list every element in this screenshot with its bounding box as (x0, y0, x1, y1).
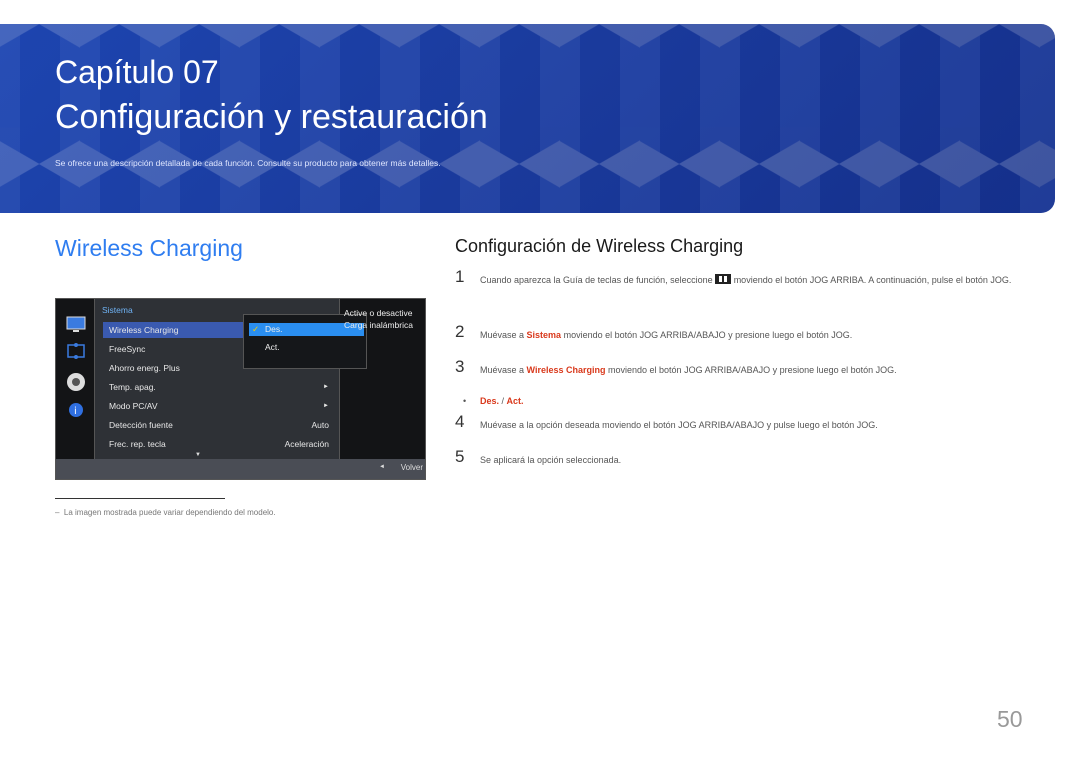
text: Cuando aparezca la Guía de teclas de fun… (480, 275, 713, 285)
menu-item-frec-rep[interactable]: Frec. rep. tecla Aceleración (103, 436, 333, 452)
monitor-icon (66, 316, 86, 332)
back-button[interactable]: Volver (401, 463, 423, 472)
svg-text:i: i (74, 406, 77, 417)
arrow-right-icon: ► (323, 403, 329, 409)
option-act[interactable]: Act. (249, 341, 364, 354)
info-icon: i (69, 403, 83, 417)
step-text: Cuando aparezca la Guía de teclas de fun… (480, 270, 1030, 290)
item-value: Auto (311, 420, 330, 430)
footnote: – La imagen mostrada puede variar depend… (55, 508, 276, 517)
step-text: Muévase a Sistema moviendo el botón JOG … (480, 325, 852, 345)
step-text: Des. / Act. (480, 391, 524, 411)
item-label: Wireless Charging (109, 325, 179, 335)
section-heading: Wireless Charging (55, 235, 243, 261)
step-number: 3 (455, 357, 465, 376)
step-text: Se aplicará la opción seleccionada. (480, 455, 622, 465)
option: Act. (506, 396, 524, 406)
option: Des. (480, 396, 500, 406)
text: moviendo el botón JOG ARRIBA. A continua… (733, 275, 1012, 285)
highlight: Wireless Charging (526, 365, 606, 375)
option-label: Des. (265, 324, 283, 334)
back-arrow-icon: ◄ (379, 464, 385, 470)
step-number: 5 (455, 447, 465, 466)
item-label: FreeSync (109, 344, 146, 354)
subsection-heading: Configuración de Wireless Charging (455, 236, 744, 256)
highlight: Sistema (526, 330, 562, 340)
option-label: Act. (265, 342, 280, 352)
item-label: Ahorro energ. Plus (109, 363, 180, 373)
menu-title: Sistema (102, 305, 133, 315)
gear-icon (67, 373, 85, 391)
step-number: 4 (455, 412, 465, 431)
chapter-banner: Capítulo 07 Configuración y restauración… (0, 24, 1055, 213)
check-icon: ✓ (252, 324, 260, 334)
menu-grid-icon (715, 274, 732, 284)
resize-icon (67, 343, 85, 359)
step-text: Muévase a la opción deseada moviendo el … (480, 420, 878, 430)
osd-screenshot: i Sistema Wireless Charging FreeSync Aho… (55, 298, 426, 480)
text: Muévase a (480, 330, 525, 340)
sidebar-icons: i (66, 316, 86, 417)
osd-menu: Sistema Wireless Charging FreeSync Ahorr… (94, 298, 367, 462)
text: moviendo el botón JOG ARRIBA/ABAJO y pre… (608, 365, 897, 375)
item-value: Aceleración (284, 439, 329, 449)
menu-item-temp-apag[interactable]: Temp. apag. ► (103, 379, 333, 395)
item-label: Modo PC/AV (109, 401, 158, 411)
step-text: Muévase a Wireless Charging moviendo el … (480, 360, 897, 380)
chapter-subtitle: Se ofrece una descripción detallada de c… (55, 158, 441, 168)
item-label: Temp. apag. (109, 382, 156, 392)
step-number: 1 (455, 267, 465, 286)
separator: / (499, 396, 507, 406)
osd-footer: ◄ Volver (56, 459, 425, 479)
footnote-text: La imagen mostrada puede variar dependie… (63, 508, 276, 517)
step-number: 2 (455, 322, 465, 341)
chapter-title: Configuración y restauración (55, 98, 488, 136)
chapter-label: Capítulo 07 (55, 54, 219, 90)
menu-item-deteccion[interactable]: Detección fuente Auto (103, 417, 333, 433)
item-label: Detección fuente (109, 420, 173, 430)
footnote-divider (55, 498, 225, 499)
item-label: Frec. rep. tecla (109, 439, 166, 449)
menu-item-modo-pc-av[interactable]: Modo PC/AV ► (103, 398, 333, 414)
help-text: Active o desactive Carga inalámbrica (344, 308, 413, 330)
text: Muévase a (480, 365, 525, 375)
osd-sidebar: i (56, 299, 94, 462)
arrow-right-icon: ► (323, 384, 329, 390)
scroll-down-icon[interactable]: ▼ (195, 452, 201, 458)
page-number: 50 (997, 706, 1023, 732)
text: moviendo el botón JOG ARRIBA/ABAJO y pre… (563, 330, 853, 340)
bullet-icon: • (463, 396, 467, 406)
